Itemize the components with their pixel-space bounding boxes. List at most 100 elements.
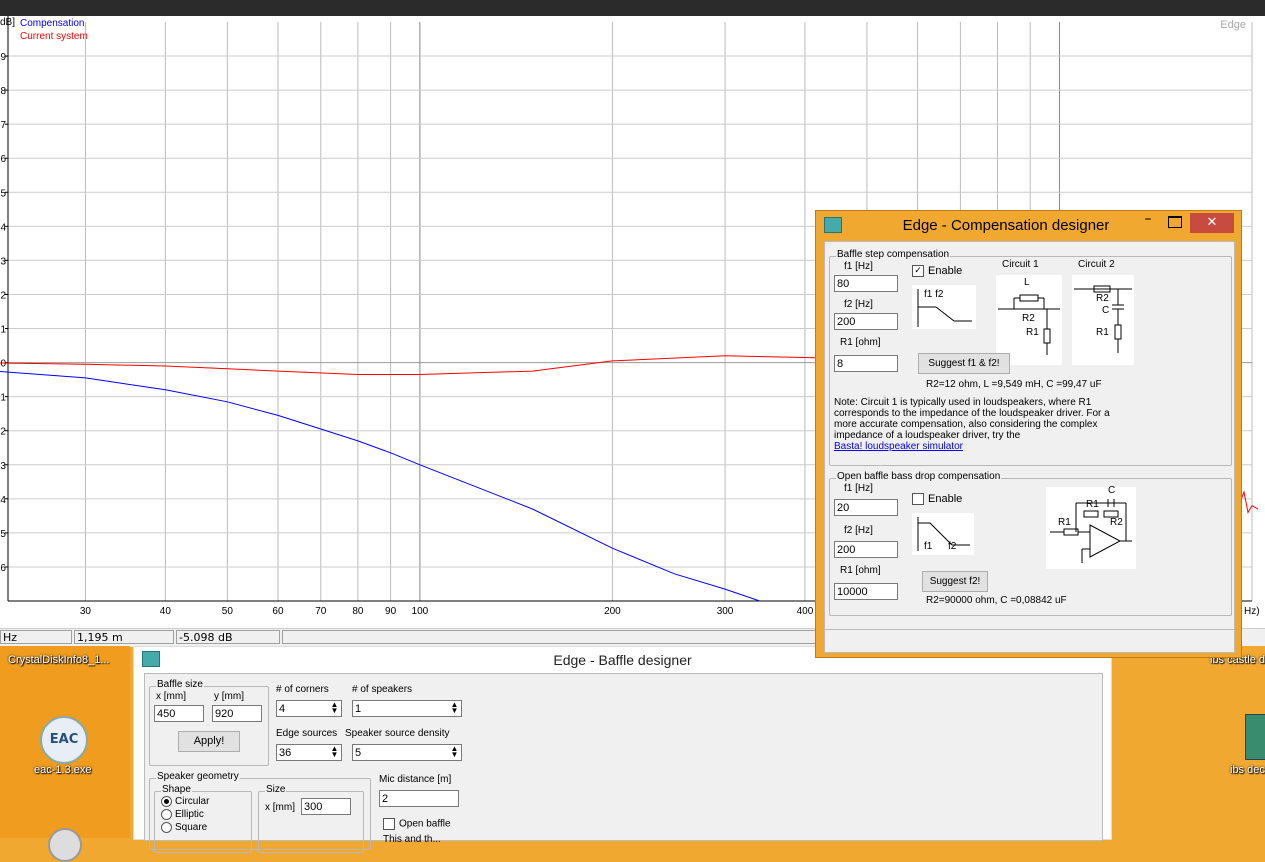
bsc-curve-diagram: f1 f2 xyxy=(912,285,976,329)
x-tick-label: 90 xyxy=(385,606,397,617)
speakers-label: # of speakers xyxy=(352,684,413,695)
corners-label: # of corners xyxy=(276,684,329,695)
radio-dot-icon[interactable] xyxy=(161,796,172,807)
spin-icon[interactable]: ▲ ▼ xyxy=(329,745,340,759)
y-tick-label: -5 xyxy=(0,529,6,540)
op-r2-label: R2 xyxy=(1110,517,1123,528)
r1-input[interactable]: 8 xyxy=(834,355,898,372)
minimize-icon[interactable]: – xyxy=(1138,211,1158,231)
y-tick-label: 3 xyxy=(0,256,6,267)
open-baffle-label: Open baffle xyxy=(399,818,451,830)
spin-icon[interactable]: ▲ ▼ xyxy=(329,701,340,715)
c1-r1-label: R1 xyxy=(1026,327,1039,338)
maximize-icon[interactable] xyxy=(1168,216,1182,228)
baffle-form: Baffle size x [mm] y [mm] 450 920 Apply!… xyxy=(144,673,1103,853)
r1-label: R1 [ohm] xyxy=(840,337,881,348)
enable-label: Enable xyxy=(928,265,963,277)
curve-label: f1 f2 xyxy=(924,289,944,300)
desktop-item-crystaldiskinfo[interactable]: CrystalDiskInfo8_1... xyxy=(8,654,109,666)
radio-dot-icon[interactable] xyxy=(161,809,172,820)
book-icon[interactable] xyxy=(1245,714,1265,760)
edge-sources-input[interactable]: 36 ▲ ▼ xyxy=(276,744,342,761)
spin-icon[interactable]: ▲ ▼ xyxy=(449,701,460,715)
size-x-input[interactable]: 300 xyxy=(301,798,351,815)
radio-elliptic[interactable]: Elliptic xyxy=(161,809,204,820)
radio-square[interactable]: Square xyxy=(161,822,207,833)
r1b-label: R1 [ohm] xyxy=(840,565,881,576)
checkbox-icon[interactable]: ✓ xyxy=(912,265,924,278)
radio-circular[interactable]: Circular xyxy=(161,796,209,807)
circuit2-label: Circuit 2 xyxy=(1078,259,1115,270)
eac-icon[interactable]: EAC xyxy=(40,716,88,764)
op-c-label: C xyxy=(1108,485,1116,496)
open-baffle-checkbox[interactable]: Open baffle xyxy=(383,818,451,830)
apply-button[interactable]: Apply! xyxy=(178,731,240,752)
enable2-label: Enable xyxy=(928,493,963,505)
corners-value: 4 xyxy=(279,703,286,715)
baffle-x-input[interactable]: 450 xyxy=(154,705,204,722)
y-tick-label: 5 xyxy=(0,188,6,199)
partial-text: This and th... xyxy=(383,834,441,845)
y-tick-label: 1 xyxy=(0,325,6,336)
f1-input[interactable]: 80 xyxy=(834,275,898,292)
f1b-input[interactable]: 20 xyxy=(834,499,898,516)
speakers-value: 1 xyxy=(355,703,362,715)
desktop-icon-partial[interactable] xyxy=(48,828,82,862)
basta-link[interactable]: Basta! loudspeaker simulator xyxy=(834,441,963,452)
status-empty xyxy=(282,630,822,644)
checkbox-icon[interactable] xyxy=(383,818,395,830)
circuit1-label: Circuit 1 xyxy=(1002,259,1039,270)
result2-text: R2=90000 ohm, C =0,08842 uF xyxy=(926,595,1067,606)
enable-checkbox[interactable]: ✓ Enable xyxy=(912,265,963,278)
density-input[interactable]: 5 ▲ ▼ xyxy=(352,744,462,761)
f2-input[interactable]: 200 xyxy=(834,313,898,330)
close-button[interactable]: ✕ xyxy=(1190,213,1234,233)
mic-distance-label: Mic distance [m] xyxy=(379,774,452,785)
desktop-left: CrystalDiskInfo8_1... EAC eac-1.3.exe xyxy=(0,646,130,862)
f1b-label: f1 [Hz] xyxy=(844,483,873,494)
f2b-label: f2 [Hz] xyxy=(844,525,873,536)
status-length: 1,195 m xyxy=(74,630,174,644)
c2-r2-label: R2 xyxy=(1096,293,1109,304)
bsc-curve-svg xyxy=(917,289,972,327)
radio-dot-icon[interactable] xyxy=(161,822,172,833)
suggest-f1-f2-button[interactable]: Suggest f1 & f2! xyxy=(918,353,1010,374)
density-value: 5 xyxy=(355,747,362,759)
y-tick-label: 7 xyxy=(0,120,6,131)
radio-square-label: Square xyxy=(175,822,208,834)
y-tick-label: 6 xyxy=(0,154,6,165)
series-line-compensation xyxy=(0,370,760,602)
desktop-item-eac[interactable]: eac-1.3.exe xyxy=(34,764,91,776)
checkbox-icon[interactable] xyxy=(912,493,924,506)
note-text: Note: Circuit 1 is typically used in lou… xyxy=(834,397,1110,441)
f2b-input[interactable]: 200 xyxy=(834,541,898,558)
radio-circular-label: Circular xyxy=(175,796,210,808)
y-tick-label: 4 xyxy=(0,222,6,233)
status-level: -5.098 dB xyxy=(176,630,280,644)
result1-text: R2=12 ohm, L =9,549 mH, C =99,47 uF xyxy=(926,379,1102,390)
baffle-y-input[interactable]: 920 xyxy=(212,705,262,722)
top-toolbar-strip xyxy=(0,0,1265,16)
spin-icon[interactable]: ▲ ▼ xyxy=(449,745,460,759)
curve2-f2-label: f2 xyxy=(948,541,957,552)
enable2-checkbox[interactable]: Enable xyxy=(912,493,963,506)
c2-c-label: C xyxy=(1102,305,1110,316)
r1b-input[interactable]: 10000 xyxy=(834,583,898,600)
bsc-title: Baffle step compensation xyxy=(836,249,951,260)
x-tick-label: 60 xyxy=(272,606,284,617)
suggest-f2-button[interactable]: Suggest f2! xyxy=(922,571,988,592)
desktop-item-ibs-dec[interactable]: ibs dec xyxy=(1230,764,1265,776)
mic-distance-input[interactable]: 2 xyxy=(379,790,459,807)
size-x-label: x [mm] xyxy=(265,802,295,813)
app-tag-edge: Edge xyxy=(1220,19,1246,31)
legend-entry: Current system xyxy=(20,31,88,42)
f2-label: f2 [Hz] xyxy=(844,299,873,310)
c1-r2-label: R2 xyxy=(1022,313,1035,324)
y-axis-unit: dB] xyxy=(0,17,15,28)
speakers-input[interactable]: 1 ▲ ▼ xyxy=(352,700,462,717)
obc-group: Open baffle bass drop compensation f1 [H… xyxy=(829,471,1232,616)
y-tick-label: 8 xyxy=(0,86,6,97)
x-mm-label: x [mm] xyxy=(156,691,186,702)
corners-input[interactable]: 4 ▲ ▼ xyxy=(276,700,342,717)
x-tick-label: 100 xyxy=(412,606,429,617)
